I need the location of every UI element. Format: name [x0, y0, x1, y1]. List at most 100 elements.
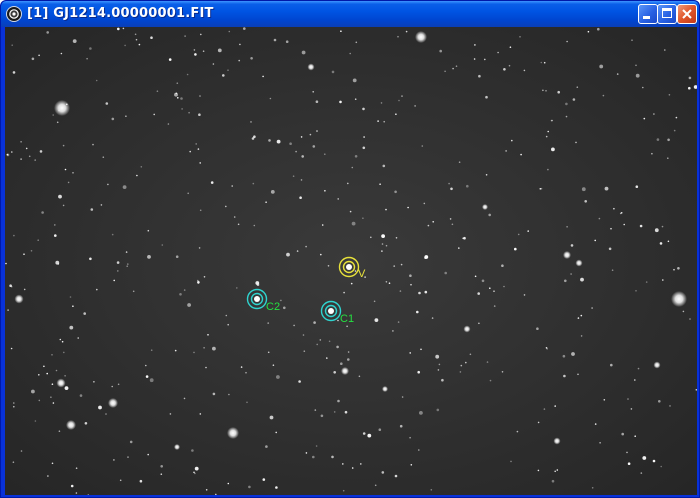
faint-star [414, 105, 416, 107]
faint-star [301, 50, 306, 55]
maximize-button[interactable] [657, 4, 677, 24]
faint-star [327, 265, 330, 267]
faint-star [362, 217, 364, 219]
faint-star [41, 211, 44, 214]
faint-star [642, 456, 647, 460]
faint-star [107, 183, 109, 186]
faint-star [222, 74, 225, 77]
faint-star [187, 303, 192, 307]
faint-star [328, 340, 331, 343]
faint-star [320, 253, 322, 256]
faint-star [147, 255, 151, 259]
faint-star [604, 186, 609, 191]
faint-star [70, 484, 74, 488]
star-field-image[interactable]: V C2 C1 [5, 27, 697, 495]
close-button[interactable] [677, 4, 697, 24]
faint-star [351, 221, 356, 226]
window-title: [1] GJ1214.00000001.FIT [27, 6, 214, 21]
faint-star [401, 396, 404, 398]
faint-star [105, 413, 107, 415]
faint-star [441, 378, 444, 382]
faint-star [452, 67, 454, 70]
faint-star [314, 409, 317, 411]
faint-star [431, 317, 434, 319]
faint-star [272, 364, 275, 367]
faint-star [349, 210, 352, 213]
faint-star [60, 52, 63, 55]
faint-star [303, 350, 306, 353]
faint-star [598, 217, 601, 220]
faint-star [577, 373, 579, 376]
bright-star [671, 291, 687, 307]
faint-star [381, 234, 385, 239]
faint-star [438, 363, 441, 366]
faint-star [417, 370, 421, 374]
faint-star [551, 479, 555, 483]
faint-star [418, 291, 421, 295]
faint-star [228, 393, 230, 396]
faint-star [167, 123, 170, 125]
faint-star [43, 365, 45, 368]
faint-star [300, 136, 303, 138]
faint-star [668, 94, 671, 96]
faint-star [315, 445, 318, 447]
faint-star [51, 383, 54, 386]
faint-star [72, 39, 77, 43]
faint-star [580, 277, 584, 282]
faint-star [13, 402, 15, 404]
faint-star [124, 44, 126, 47]
faint-star [489, 379, 492, 382]
faint-star [64, 375, 66, 377]
faint-star [12, 71, 16, 74]
faint-star [72, 305, 74, 308]
faint-star [631, 39, 633, 41]
faint-star [550, 119, 553, 122]
faint-star [637, 367, 640, 370]
faint-star [210, 181, 214, 184]
faint-star [273, 38, 277, 42]
faint-star [347, 182, 349, 185]
faint-star [362, 107, 365, 111]
faint-star [407, 206, 409, 209]
faint-star [545, 135, 548, 138]
image-viewport[interactable]: V C2 C1 [5, 27, 697, 495]
faint-star [677, 267, 680, 270]
faint-star [313, 321, 316, 324]
faint-star [194, 472, 196, 475]
faint-star [149, 378, 154, 383]
faint-star [300, 179, 303, 181]
faint-star [432, 221, 435, 223]
faint-star [667, 138, 670, 142]
faint-star [355, 41, 358, 44]
faint-star [374, 318, 379, 322]
faint-star [145, 364, 147, 367]
faint-star [38, 399, 41, 402]
title-bar[interactable]: [1] GJ1214.00000001.FIT [1, 1, 699, 27]
camera-lens-icon[interactable] [6, 6, 22, 22]
faint-star [444, 271, 448, 275]
faint-star [34, 159, 36, 161]
bright-star [307, 63, 315, 71]
faint-star [635, 185, 639, 188]
faint-star [113, 279, 115, 282]
faint-star [381, 243, 384, 245]
faint-star [295, 150, 297, 153]
faint-star [197, 281, 200, 284]
faint-star [267, 322, 270, 324]
faint-star [346, 325, 348, 328]
faint-star [398, 99, 400, 102]
faint-star [309, 133, 312, 136]
faint-star [576, 86, 579, 88]
faint-star [619, 212, 622, 215]
faint-star [20, 450, 23, 452]
faint-star [337, 319, 339, 322]
minimize-button[interactable] [638, 4, 658, 24]
faint-star [132, 290, 135, 293]
faint-star [12, 461, 15, 464]
faint-star [634, 435, 636, 438]
faint-star [299, 196, 302, 199]
faint-star [664, 49, 666, 51]
faint-star [61, 340, 64, 343]
faint-star [54, 224, 56, 226]
faint-star [286, 252, 290, 257]
